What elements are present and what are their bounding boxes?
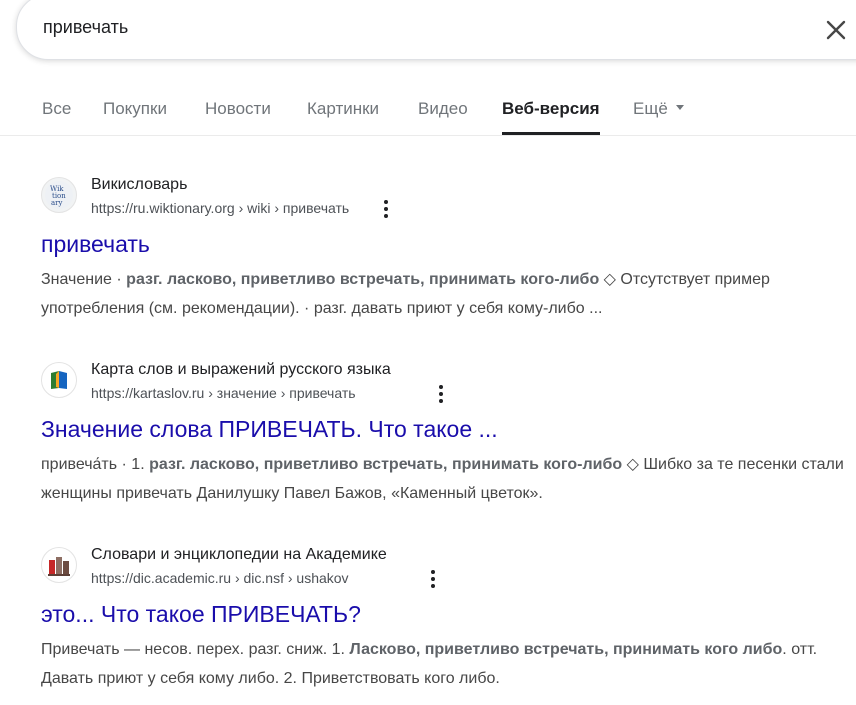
tab-more[interactable]: Ещё (633, 88, 684, 132)
book-icon (41, 362, 77, 398)
tab-images[interactable]: Картинки (307, 88, 379, 132)
tab-videos[interactable]: Видео (418, 88, 468, 132)
result-source[interactable]: Словари и энциклопедии на Академике http… (41, 543, 856, 589)
search-tabs: Все Покупки Новости Картинки Видео Веб-в… (0, 88, 856, 136)
tab-label: Картинки (307, 99, 380, 118)
tab-label: Покупки (103, 99, 167, 118)
site-name: Словари и энциклопедии на Академике (91, 546, 387, 563)
result-source[interactable]: Карта слов и выражений русского языка ht… (41, 358, 856, 404)
result-title-link[interactable]: это... Что такое ПРИВЕЧАТЬ? (41, 599, 856, 629)
books-icon (41, 547, 77, 583)
result-snippet: Привечать — несов. перех. разг. сниж. 1.… (41, 635, 853, 693)
site-name: Викисловарь (91, 176, 188, 193)
tab-news[interactable]: Новости (205, 88, 271, 132)
result-source[interactable]: Wik tion ary Викисловарь https://ru.wikt… (41, 173, 856, 219)
snippet-highlight: разг. ласково, приветливо встречать, при… (149, 456, 623, 473)
tab-label: Веб-версия (502, 99, 600, 118)
snippet-text: привеча́ть · 1. (41, 456, 150, 473)
tab-label: Все (42, 99, 72, 118)
result-snippet: Значение · разг. ласково, приветливо вст… (41, 265, 853, 323)
tab-web[interactable]: Веб-версия (502, 88, 600, 135)
snippet-highlight: Ласково, приветливо встречать, принимать… (349, 641, 783, 658)
clear-search-button[interactable] (818, 12, 854, 48)
snippet-text: Привечать — несов. перех. разг. сниж. 1. (41, 641, 350, 658)
result-title-link[interactable]: привечать (41, 229, 856, 259)
tab-all[interactable]: Все (42, 88, 71, 132)
close-icon (826, 20, 846, 40)
search-bar (16, 0, 856, 60)
tab-shopping[interactable]: Покупки (103, 88, 167, 132)
snippet-highlight: разг. ласково, приветливо встречать, при… (126, 271, 600, 288)
site-url: https://ru.wiktionary.org › wiki › приве… (91, 200, 350, 216)
result-snippet: привеча́ть · 1. разг. ласково, приветлив… (41, 450, 853, 508)
snippet-text: Значение · (41, 271, 127, 288)
tab-label: Новости (205, 99, 271, 118)
search-result: Словари и энциклопедии на Академике http… (41, 543, 856, 693)
caret-down-icon (675, 105, 684, 111)
site-url: https://kartaslov.ru › значение › привеч… (91, 385, 356, 401)
search-result: Карта слов и выражений русского языка ht… (41, 358, 856, 508)
site-url: https://dic.academic.ru › dic.nsf › usha… (91, 570, 349, 586)
more-options-button[interactable] (423, 567, 443, 591)
site-name: Карта слов и выражений русского языка (91, 361, 391, 378)
search-input[interactable] (43, 12, 743, 42)
tab-label: Ещё (633, 99, 668, 118)
search-result: Wik tion ary Викисловарь https://ru.wikt… (41, 173, 856, 323)
svg-text:ary: ary (51, 199, 63, 207)
tab-label: Видео (418, 99, 468, 118)
result-title-link[interactable]: Значение слова ПРИВЕЧАТЬ. Что такое ... (41, 414, 856, 444)
more-options-button[interactable] (376, 197, 396, 221)
more-options-button[interactable] (431, 382, 451, 406)
wiktionary-icon: Wik tion ary (41, 177, 77, 213)
